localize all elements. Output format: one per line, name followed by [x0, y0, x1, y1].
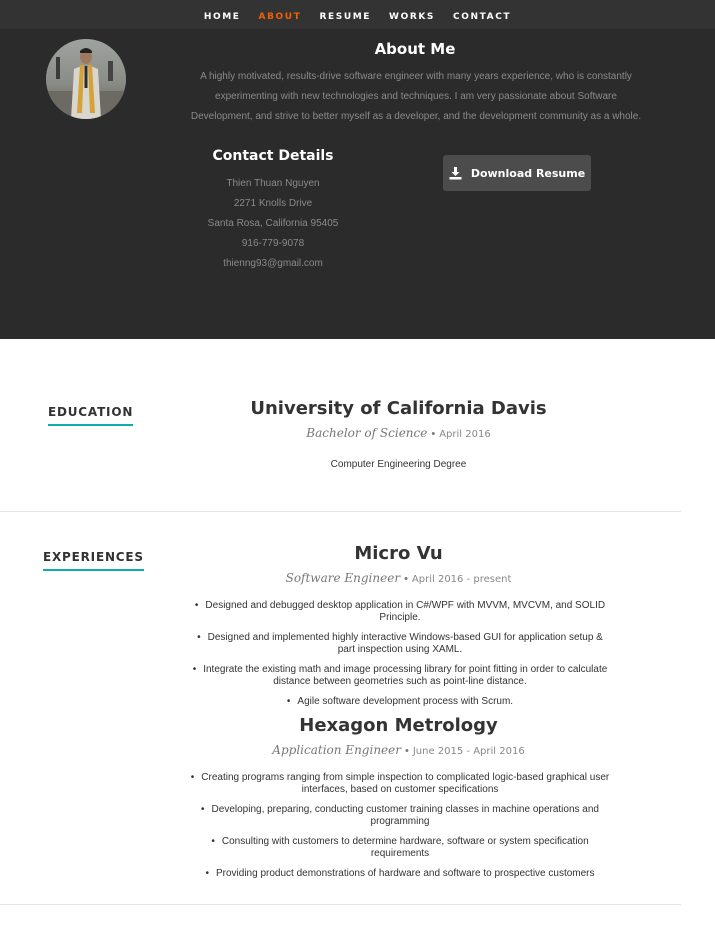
- job-bullet: • Integrate the existing math and image p…: [188, 664, 612, 688]
- job-bullet-line: • Consulting with customers to determine …: [211, 836, 589, 847]
- job-bullet-line: • Integrate the existing math and image p…: [192, 664, 608, 675]
- contact-street: 2271 Knolls Drive: [233, 198, 313, 209]
- nav-works-link[interactable]: WORKS: [389, 12, 435, 22]
- about-bio-line: experimenting with new technologies and …: [215, 91, 617, 102]
- section-divider: [0, 511, 681, 512]
- experiences-heading: EXPERIENCES: [43, 550, 144, 571]
- job-bullet-line: distance between geometries such as poin…: [273, 676, 527, 687]
- about-title: About Me: [374, 40, 456, 58]
- job-bullet-line: • Designed and implemented highly interac…: [197, 632, 603, 643]
- job-role: Application Engineer: [272, 743, 401, 757]
- job-bullet-line: requirements: [370, 848, 430, 859]
- job-bullet: • Developing, preparing, conducting custo…: [188, 804, 612, 828]
- contact-name: Thien Thuan Nguyen: [226, 178, 320, 189]
- job-bullets: • Creating programs ranging from simple i…: [188, 772, 612, 888]
- job-bullet: • Providing product demonstrations of har…: [188, 868, 612, 880]
- job-bullet-line: Principle.: [379, 612, 421, 623]
- school-name: University of California Davis: [250, 398, 547, 419]
- contact-phone: 916-779-9078: [241, 238, 305, 249]
- contact-email: thienng93@gmail.com: [223, 258, 323, 269]
- contact-details-title: Contact Details: [212, 148, 334, 164]
- bullet-dot: •: [205, 868, 209, 879]
- job-bullet: • Designed and debugged desktop applicati…: [188, 600, 612, 624]
- job-info: Software Engineer • April 2016 - present: [150, 571, 647, 585]
- job-bullet-line: • Developing, preparing, conducting custo…: [201, 804, 599, 815]
- degree-short: Bachelor of Science: [306, 426, 428, 440]
- job-bullet-line: • Creating programs ranging from simple i…: [190, 772, 610, 783]
- nav-resume-link[interactable]: RESUME: [319, 12, 371, 22]
- separator-dot: •: [431, 428, 436, 440]
- about-bio: A highly motivated, results-drive softwa…: [186, 67, 646, 127]
- about-bio-line: A highly motivated, results-drive softwa…: [200, 71, 632, 82]
- job-bullet: • Designed and implemented highly interac…: [188, 632, 612, 656]
- bullet-dot: •: [190, 772, 195, 783]
- job-bullet-line: • Providing product demonstrations of har…: [205, 868, 595, 879]
- job-bullet-line: part inspection using XAML.: [337, 644, 463, 655]
- separator-dot: •: [404, 573, 408, 585]
- contact-city: Santa Rosa, California 95405: [207, 218, 339, 229]
- download-resume-button[interactable]: Download Resume: [443, 155, 591, 191]
- job-dates: June 2015 - April 2016: [412, 746, 525, 757]
- about-section: About Me A highly motivated, results-dri…: [0, 29, 715, 339]
- contact-details: Thien Thuan Nguyen 2271 Knolls Drive San…: [160, 174, 386, 274]
- bullet-dot: •: [192, 664, 197, 675]
- separator-dot: •: [404, 745, 409, 757]
- nav-about-link[interactable]: ABOUT: [259, 12, 302, 22]
- bullet-dot: •: [286, 696, 291, 707]
- top-nav: HOME ABOUT RESUME WORKS CONTACT: [0, 0, 715, 29]
- section-divider: [0, 904, 681, 905]
- nav-list: HOME ABOUT RESUME WORKS CONTACT: [0, 0, 715, 29]
- bullet-dot: •: [194, 600, 199, 611]
- education-heading: EDUCATION: [48, 405, 134, 426]
- company-name: Micro Vu: [354, 543, 443, 564]
- job-bullet: • Consulting with customers to determine …: [188, 836, 612, 860]
- bullet-dot: •: [201, 804, 205, 815]
- job-bullets: • Designed and debugged desktop applicati…: [188, 600, 612, 716]
- nav-home-link[interactable]: HOME: [204, 12, 241, 22]
- company-name: Hexagon Metrology: [299, 715, 498, 736]
- download-icon: [449, 166, 462, 179]
- education-info: Bachelor of Science • April 2016: [150, 426, 647, 440]
- job-bullet-line: programming: [370, 816, 430, 827]
- degree-description: Computer Engineering Degree: [330, 459, 467, 470]
- about-bio-line: Development, and strive to better myself…: [190, 111, 642, 122]
- job-bullet-line: • Designed and debugged desktop applicati…: [194, 600, 606, 611]
- job-bullet-line: • Agile software development process with…: [286, 696, 514, 707]
- job-role: Software Engineer: [285, 571, 401, 585]
- nav-contact-link[interactable]: CONTACT: [453, 12, 511, 22]
- download-resume-label: Download Resume: [470, 166, 586, 180]
- job-info: Application Engineer • June 2015 - April 2…: [150, 743, 647, 757]
- job-bullet: • Agile software development process with…: [188, 696, 612, 708]
- education-date: April 2016: [439, 429, 491, 440]
- job-bullet: • Creating programs ranging from simple i…: [188, 772, 612, 796]
- bullet-dot: •: [211, 836, 215, 847]
- job-dates: April 2016 - present: [411, 574, 512, 585]
- bullet-dot: •: [197, 632, 201, 643]
- job-bullet-line: interfaces, based on customer specificat…: [301, 784, 499, 795]
